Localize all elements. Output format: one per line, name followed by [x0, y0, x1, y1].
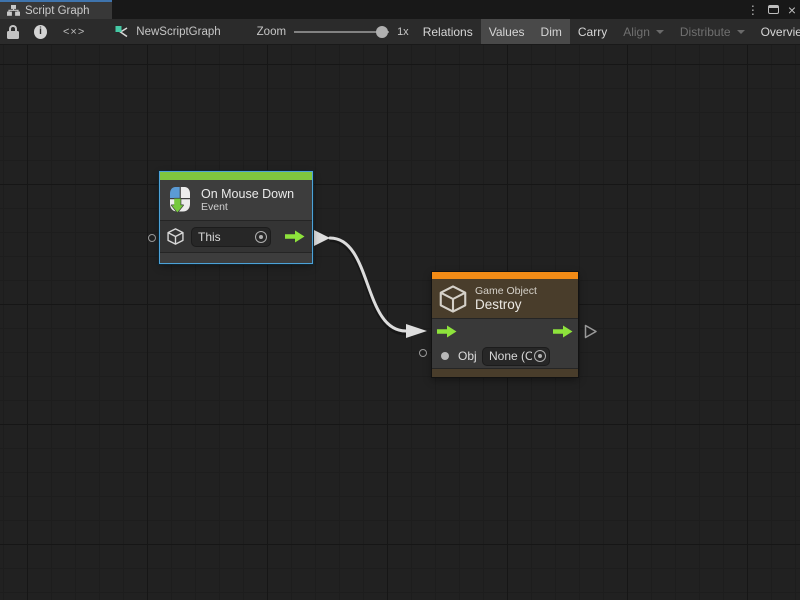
graph-toolbar: i <×> NewScriptGraph Zoom 1x Relations V… — [0, 19, 800, 45]
connection-wire[interactable] — [330, 238, 406, 331]
script-graph-window: Script Graph ⋮ × i <×> NewScript — [0, 0, 800, 600]
lock-icon — [7, 25, 19, 39]
tab-bar: Script Graph ⋮ × — [0, 0, 800, 19]
tab-label: Script Graph — [25, 5, 90, 17]
obj-input-row: Obj None (O — [432, 344, 578, 368]
close-icon[interactable]: × — [788, 3, 796, 17]
node-footer — [160, 253, 312, 263]
code-icon: <×> — [63, 26, 85, 38]
node-title: On Mouse Down — [201, 187, 294, 201]
target-field-value: This — [192, 230, 253, 244]
script-graph-icon — [115, 25, 130, 39]
code-view-button[interactable]: <×> — [55, 19, 93, 44]
exit-flow-arrow-icon[interactable] — [285, 230, 305, 243]
node-on-mouse-down[interactable]: On Mouse Down Event This — [160, 172, 312, 263]
graph-name: NewScriptGraph — [136, 26, 220, 38]
wire-layer — [0, 45, 800, 600]
flow-row — [432, 319, 578, 344]
values-button[interactable]: Values — [481, 19, 533, 44]
relations-button[interactable]: Relations — [415, 19, 481, 44]
tab-script-graph[interactable]: Script Graph — [0, 0, 112, 19]
wire-source-arrow-icon[interactable] — [314, 230, 330, 246]
node-subtitle: Event — [201, 201, 294, 213]
dim-button[interactable]: Dim — [533, 19, 570, 44]
info-icon: i — [34, 25, 47, 39]
overview-button[interactable]: Overview — [753, 19, 800, 44]
lock-button[interactable] — [0, 19, 26, 44]
destroy-obj-port[interactable] — [419, 349, 427, 357]
window-menu-icon[interactable]: ⋮ — [747, 4, 759, 16]
destroy-exit-port-icon[interactable] — [586, 326, 597, 338]
node-header: On Mouse Down Event — [160, 180, 312, 220]
event-accent-bar — [160, 172, 312, 180]
object-picker-icon[interactable] — [534, 350, 546, 362]
carry-button[interactable]: Carry — [570, 19, 615, 44]
zoom-slider-handle[interactable] — [376, 26, 388, 38]
game-object-cube-icon — [439, 285, 467, 313]
obj-label: Obj — [458, 349, 477, 363]
zoom-value: 1x — [397, 26, 409, 38]
maximize-icon[interactable] — [768, 5, 779, 14]
graph-hierarchy-icon — [7, 5, 20, 16]
exit-flow-arrow-icon[interactable] — [553, 325, 573, 338]
obj-field-value: None (O — [483, 349, 532, 363]
node-footer — [432, 369, 578, 377]
graph-picker[interactable]: NewScriptGraph — [105, 19, 230, 44]
obj-field[interactable]: None (O — [482, 347, 550, 366]
object-picker-icon[interactable] — [255, 231, 267, 243]
zoom-control: Zoom 1x — [231, 19, 415, 44]
zoom-slider[interactable] — [294, 19, 389, 45]
info-button[interactable]: i — [26, 19, 55, 44]
node-destroy[interactable]: Game Object Destroy Obj None (O — [432, 272, 578, 377]
node-header: Game Object Destroy — [432, 279, 578, 318]
chevron-down-icon — [737, 30, 745, 34]
game-object-cube-icon — [167, 228, 184, 245]
enter-flow-arrow-icon[interactable] — [437, 325, 457, 338]
align-dropdown[interactable]: Align — [615, 19, 672, 44]
zoom-label: Zoom — [257, 26, 286, 38]
wire-shadow — [330, 240, 406, 334]
distribute-dropdown[interactable]: Distribute — [672, 19, 753, 44]
node-category: Game Object — [475, 285, 537, 297]
on-mouse-down-target-port[interactable] — [148, 234, 156, 242]
gameobject-accent-bar — [432, 272, 578, 279]
node-body: This — [160, 221, 312, 252]
mouse-down-icon — [167, 186, 193, 214]
wire-destination-arrow-icon[interactable] — [406, 324, 427, 338]
zoom-slider-track — [294, 31, 389, 33]
obj-value-port[interactable] — [441, 352, 449, 360]
chevron-down-icon — [656, 30, 664, 34]
distribute-label: Distribute — [680, 25, 731, 39]
window-controls: ⋮ × — [747, 0, 796, 19]
target-field[interactable]: This — [191, 227, 271, 247]
node-title: Destroy — [475, 297, 537, 312]
graph-canvas[interactable]: On Mouse Down Event This — [0, 45, 800, 600]
align-label: Align — [623, 25, 650, 39]
